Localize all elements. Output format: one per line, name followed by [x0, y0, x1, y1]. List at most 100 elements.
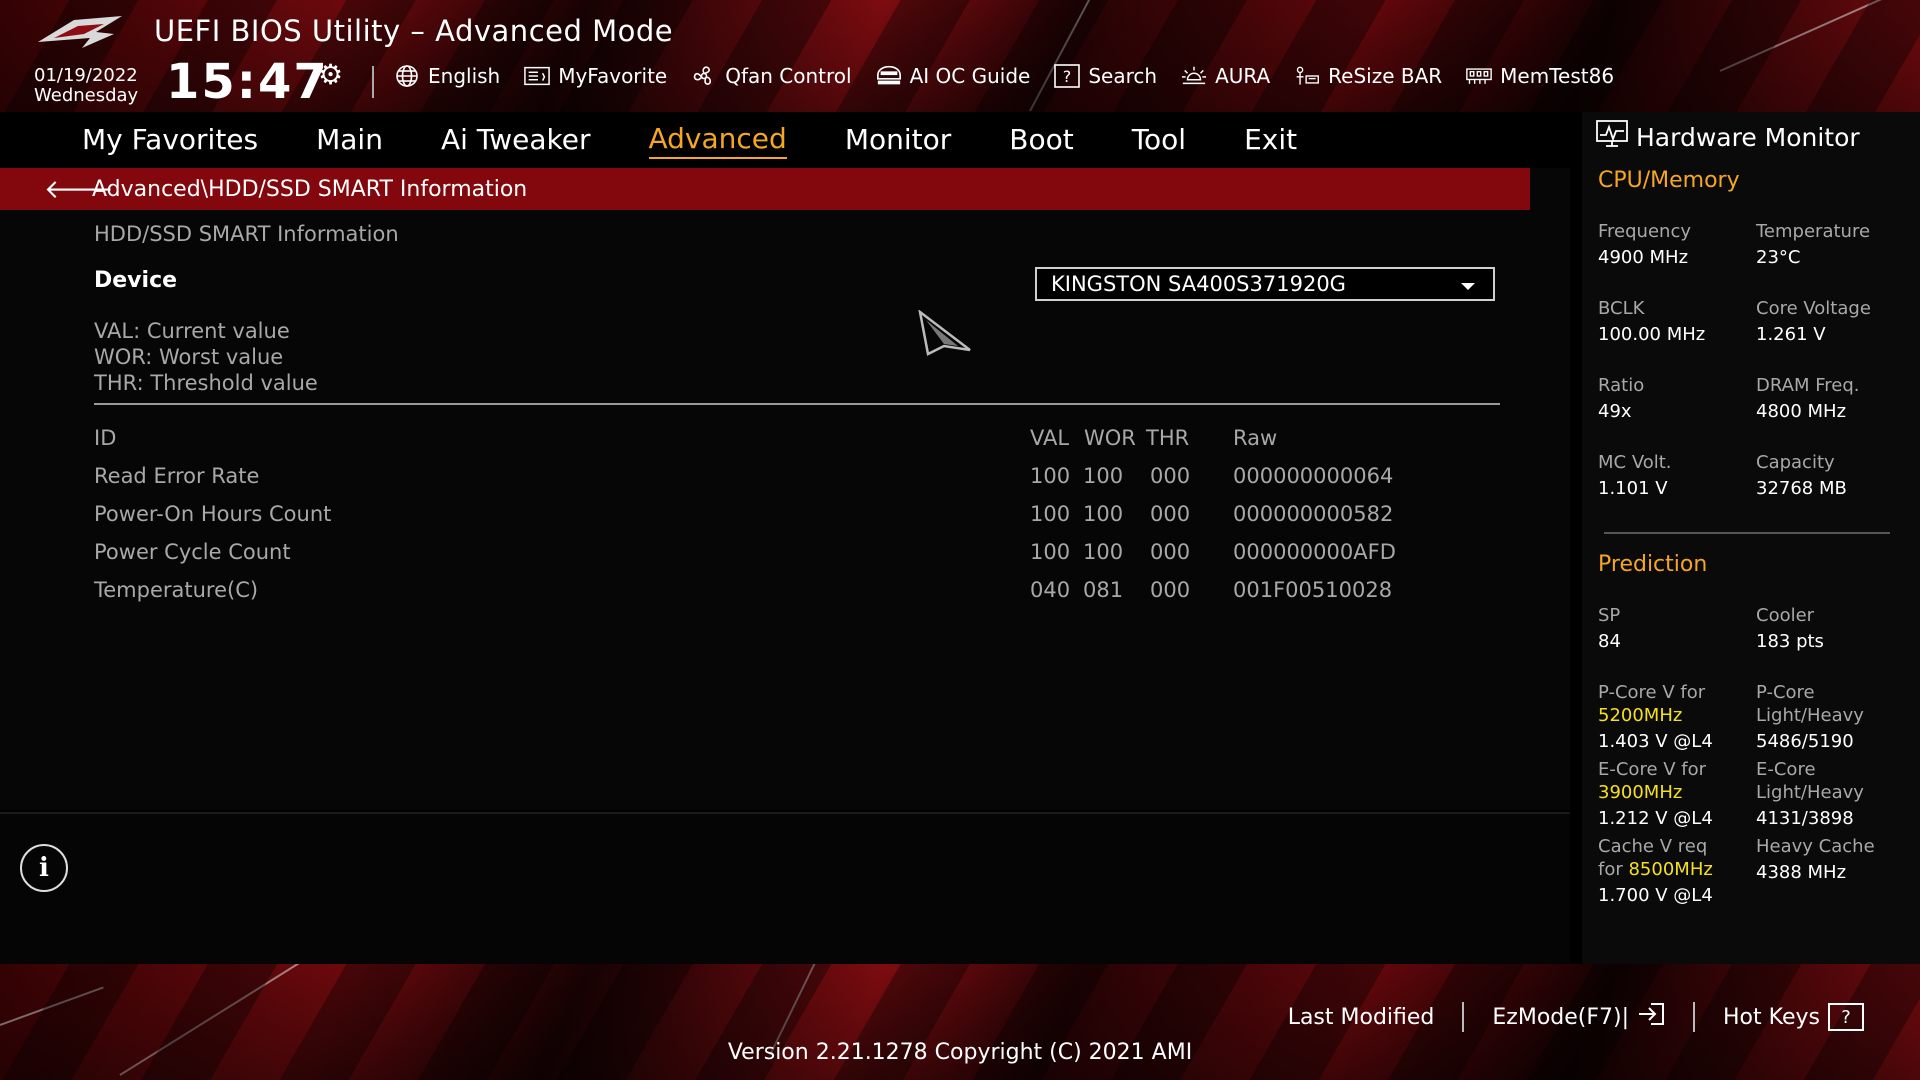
toolbar-english-label: English — [428, 64, 501, 88]
value-legend: VAL: Current value WOR: Worst value THR:… — [94, 318, 318, 396]
hw-value: 183 pts — [1756, 631, 1824, 652]
resize-bar-icon — [1294, 65, 1320, 87]
tab-monitor[interactable]: Monitor — [845, 123, 951, 158]
hw-label: Cache V req — [1598, 836, 1708, 857]
hw-temperature: Temperature 23°C — [1756, 220, 1870, 269]
hw-cooler: Cooler 183 pts — [1756, 604, 1824, 653]
hw-label: P-Core — [1756, 682, 1815, 703]
hw-label: E-Core — [1756, 759, 1816, 780]
search-icon: ? — [1054, 64, 1081, 88]
row-wor: 100 — [1083, 502, 1124, 526]
ai-oc-icon — [876, 65, 902, 87]
toolbar-ai-oc-guide[interactable]: AI OC Guide — [876, 64, 1030, 88]
hw-highlight-freq: 8500MHz — [1628, 859, 1713, 880]
hw-value: 4388 MHz — [1756, 862, 1847, 883]
toolbar-memtest-label: MemTest86 — [1500, 64, 1615, 88]
tab-main[interactable]: Main — [316, 123, 383, 158]
row-raw: 000000000064 — [1233, 464, 1394, 488]
tab-boot[interactable]: Boot — [1009, 123, 1073, 158]
row-val: 040 — [1030, 578, 1071, 602]
hw-label: Cooler — [1756, 605, 1815, 626]
hw-ecore-light-heavy: E-Core Light/Heavy 4131/3898 — [1756, 758, 1864, 830]
tab-my-favorites[interactable]: My Favorites — [82, 123, 258, 158]
hw-cache-v: Cache V req for 8500MHz 1.700 V @L4 — [1598, 835, 1713, 907]
table-row: Power-On Hours Count 100 100 000 0000000… — [94, 494, 1494, 532]
col-header-wor: WOR — [1084, 426, 1136, 450]
footer-actions: Last Modified EzMode(F7)| Hot Keys ? — [1260, 1002, 1892, 1032]
hw-heavy-cache: Heavy Cache 4388 MHz — [1756, 835, 1875, 884]
hw-label: BCLK — [1598, 298, 1645, 319]
legend-val: VAL: Current value — [94, 319, 290, 343]
table-row: Read Error Rate 100 100 000 000000000064 — [94, 456, 1494, 494]
last-modified-button[interactable]: Last Modified — [1260, 1005, 1463, 1030]
ezmode-label: EzMode(F7)| — [1492, 1004, 1630, 1030]
row-raw: 001F00510028 — [1233, 578, 1393, 602]
toolbar-aura[interactable]: AURA — [1181, 64, 1270, 88]
row-thr: 000 — [1150, 578, 1191, 602]
back-arrow-icon[interactable]: 🡐 — [44, 174, 114, 205]
row-wor: 081 — [1083, 578, 1124, 602]
toolbar-search-label: Search — [1088, 64, 1158, 88]
weekday-text: Wednesday — [34, 85, 139, 106]
aura-icon — [1181, 65, 1207, 87]
row-wor: 100 — [1083, 540, 1124, 564]
svg-text:?: ? — [1063, 67, 1072, 86]
hw-mc-volt: MC Volt. 1.101 V — [1598, 451, 1672, 500]
hw-pcore-light-heavy: P-Core Light/Heavy 5486/5190 — [1756, 681, 1864, 753]
rog-logo — [38, 16, 122, 48]
toolbar-myfavorite[interactable]: MyFavorite — [524, 64, 667, 88]
toolbar-search[interactable]: ? Search — [1054, 64, 1157, 88]
hot-keys-label: Hot Keys — [1723, 1004, 1820, 1030]
hw-pcore-v: P-Core V for 5200MHz 1.403 V @L4 — [1598, 681, 1713, 753]
row-name: Read Error Rate — [94, 464, 260, 488]
device-dropdown[interactable]: KINGSTON SA400S371920G — [1035, 267, 1495, 301]
toolbar-english[interactable]: English — [394, 64, 500, 88]
hw-label: Light/Heavy — [1756, 705, 1864, 726]
globe-icon — [394, 65, 420, 87]
hw-dram-freq: DRAM Freq. 4800 MHz — [1756, 374, 1859, 423]
tab-exit[interactable]: Exit — [1244, 123, 1297, 158]
toolbar-qfan-control[interactable]: Qfan Control — [691, 64, 852, 88]
toolbar-memtest86[interactable]: MemTest86 — [1466, 64, 1614, 88]
tab-ai-tweaker[interactable]: Ai Tweaker — [441, 123, 591, 158]
ezmode-button[interactable]: EzMode(F7)| — [1464, 1002, 1693, 1032]
hw-value: 32768 MB — [1756, 478, 1847, 499]
row-thr: 000 — [1150, 540, 1191, 564]
main-panel: 🡐 Advanced\HDD/SSD SMART Information HDD… — [0, 168, 1570, 810]
help-question-icon: ? — [1828, 1003, 1864, 1031]
hot-keys-button[interactable]: Hot Keys ? — [1695, 1003, 1892, 1031]
toolbar-aura-label: AURA — [1215, 64, 1271, 88]
top-toolbar: English MyFavorite Qfan Control AI OC Gu… — [394, 64, 1614, 88]
hw-core-voltage: Core Voltage 1.261 V — [1756, 297, 1871, 346]
monitor-icon — [1596, 120, 1628, 154]
hw-ecore-v: E-Core V for 3900MHz 1.212 V @L4 — [1598, 758, 1713, 830]
tab-advanced[interactable]: Advanced — [648, 122, 787, 159]
hw-highlight-freq: 3900MHz — [1598, 782, 1683, 803]
hw-label: MC Volt. — [1598, 452, 1672, 473]
hw-capacity: Capacity 32768 MB — [1756, 451, 1847, 500]
hw-label: Frequency — [1598, 221, 1691, 242]
row-thr: 000 — [1150, 502, 1191, 526]
smart-table: ID VAL WOR THR Raw Read Error Rate 100 1… — [94, 418, 1494, 608]
date-text: 01/19/2022 — [34, 65, 138, 86]
hw-label: Light/Heavy — [1756, 782, 1864, 803]
clock-settings-gear-icon[interactable]: ⚙ — [318, 58, 343, 91]
hw-value: 84 — [1598, 631, 1621, 652]
section-title: HDD/SSD SMART Information — [94, 222, 399, 246]
tab-tool[interactable]: Tool — [1132, 123, 1186, 158]
clock-time: 15:47 — [166, 54, 329, 110]
col-header-thr: THR — [1146, 426, 1190, 450]
hw-label: Heavy Cache — [1756, 836, 1875, 857]
hw-value: 1.101 V — [1598, 478, 1668, 499]
cpu-memory-section-title: CPU/Memory — [1598, 168, 1740, 193]
hw-value: 1.403 V @L4 — [1598, 731, 1713, 752]
hw-label: DRAM Freq. — [1756, 375, 1860, 396]
col-header-val: VAL — [1030, 426, 1070, 450]
toolbar-resize-bar[interactable]: ReSize BAR — [1294, 64, 1442, 88]
hw-value: 49x — [1598, 401, 1632, 422]
row-val: 100 — [1030, 540, 1071, 564]
main-nav: My Favorites Main Ai Tweaker Advanced Mo… — [0, 112, 1570, 168]
fan-icon — [691, 65, 717, 87]
prediction-section-title: Prediction — [1598, 552, 1708, 577]
table-divider — [94, 403, 1500, 405]
